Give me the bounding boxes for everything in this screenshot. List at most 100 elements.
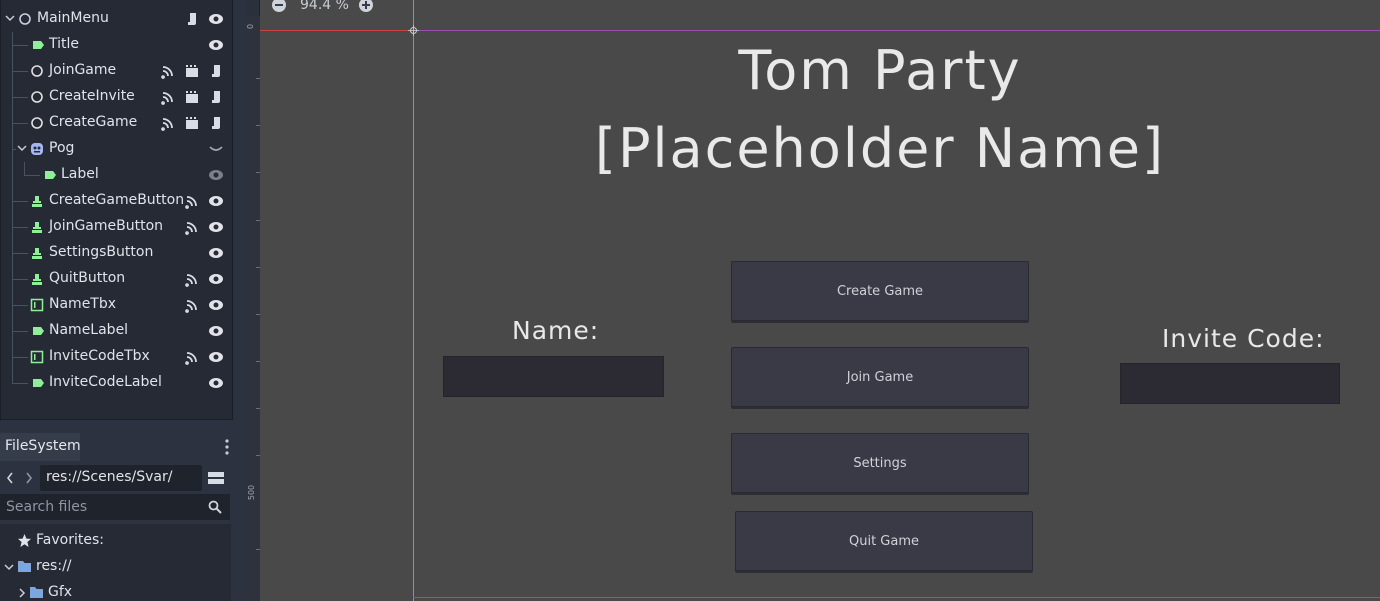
quit-game-button[interactable]: Quit Game <box>735 511 1033 571</box>
visibility-eye-icon[interactable] <box>208 245 224 261</box>
group-icon[interactable] <box>184 63 200 79</box>
tree-item-label: CreateGameButton <box>49 192 185 208</box>
search-icon <box>208 500 222 514</box>
tree-item-favorites[interactable]: Favorites: <box>0 528 231 554</box>
tree-item-invitecodetbx[interactable]: InviteCodeTbx <box>1 344 232 370</box>
chevron-down-icon[interactable] <box>5 13 15 23</box>
tree-item-label: MainMenu <box>37 10 109 26</box>
folder-icon <box>30 587 43 598</box>
tree-item-creategamebutton[interactable]: CreateGameButton <box>1 188 232 214</box>
create-game-button[interactable]: Create Game <box>731 261 1029 321</box>
name-label[interactable]: Name: <box>512 316 599 345</box>
y-axis-guide <box>413 0 414 601</box>
favorites-label: Favorites: <box>36 532 104 548</box>
label-node-icon <box>33 327 44 335</box>
visibility-eye-icon[interactable] <box>208 323 224 339</box>
visibility-eye-icon[interactable] <box>208 271 224 287</box>
node-circle-icon <box>31 117 43 129</box>
chevron-down-icon[interactable] <box>17 143 27 153</box>
tree-item-namelabel[interactable]: NameLabel <box>1 318 232 344</box>
visibility-eye-icon[interactable] <box>208 11 224 27</box>
scene-tree-panel: MainMenu Title JoinGame CreateInvite Cre… <box>0 0 233 420</box>
tree-item-settingsbutton[interactable]: SettingsButton <box>1 240 232 266</box>
script-icon[interactable] <box>208 63 224 79</box>
tree-item-nametbx[interactable]: NameTbx <box>1 292 232 318</box>
zoom-level-button[interactable]: 94.4 % <box>300 0 349 13</box>
invite-code-textbox[interactable] <box>1120 363 1340 404</box>
zoom-in-button[interactable] <box>359 0 373 12</box>
button-node-icon <box>32 274 42 285</box>
tree-item-createinvite[interactable]: CreateInvite <box>1 84 232 110</box>
signal-icon[interactable] <box>184 219 200 235</box>
visibility-eye-icon[interactable] <box>208 167 224 183</box>
chevron-right-icon[interactable] <box>17 588 27 598</box>
settings-button[interactable]: Settings <box>731 433 1029 493</box>
tree-item-res-root[interactable]: res:// <box>0 554 231 580</box>
tree-item-title[interactable]: Title <box>1 32 232 58</box>
game-title-line2: [Placeholder Name] <box>594 117 1166 180</box>
visibility-eye-icon[interactable] <box>208 193 224 209</box>
chevron-down-icon[interactable] <box>4 562 14 572</box>
tree-item-label: JoinGameButton <box>49 218 164 234</box>
filesystem-tree: Favorites: res:// Gfx <box>0 524 231 601</box>
group-icon[interactable] <box>184 115 200 131</box>
visibility-eye-icon[interactable] <box>208 297 224 313</box>
ruler-label-500: 500 <box>247 484 257 501</box>
signal-icon[interactable] <box>184 297 200 313</box>
node-circle-icon <box>19 13 31 25</box>
plus-icon <box>362 1 370 9</box>
x-axis-guide <box>260 30 1380 31</box>
tree-item-creategame[interactable]: CreateGame <box>1 110 232 136</box>
visibility-eye-icon[interactable] <box>208 375 224 391</box>
signal-icon[interactable] <box>160 89 176 105</box>
tree-item-label: NameLabel <box>49 322 129 338</box>
tree-item-gfx[interactable]: Gfx <box>0 580 231 601</box>
script-icon[interactable] <box>208 89 224 105</box>
script-icon[interactable] <box>184 11 200 27</box>
tree-item-label: JoinGame <box>49 62 117 78</box>
back-arrow-icon[interactable] <box>5 471 15 485</box>
signal-icon[interactable] <box>160 115 176 131</box>
name-textbox[interactable] <box>443 356 664 397</box>
tree-item-label: QuitButton <box>49 270 126 286</box>
dock-divider[interactable] <box>233 0 246 601</box>
label-node-icon <box>33 41 44 49</box>
group-icon[interactable] <box>184 89 200 105</box>
tree-item-joingamebutton[interactable]: JoinGameButton <box>1 214 232 240</box>
forward-arrow-icon[interactable] <box>24 471 34 485</box>
join-game-button[interactable]: Join Game <box>731 347 1029 407</box>
visibility-eye-icon[interactable] <box>208 349 224 365</box>
filesystem-path-field[interactable]: res://Scenes/Svar/ <box>40 465 202 491</box>
script-icon[interactable] <box>208 115 224 131</box>
filesystem-search-input[interactable]: Search files <box>0 494 230 520</box>
visibility-eye-icon[interactable] <box>208 37 224 53</box>
res-root-label: res:// <box>36 558 72 574</box>
tab-filesystem[interactable]: FileSystem <box>0 433 81 461</box>
tree-item-label: InviteCodeLabel <box>49 374 162 390</box>
signal-icon[interactable] <box>184 349 200 365</box>
tree-item-label: Label <box>61 166 99 182</box>
invite-code-label[interactable]: Invite Code: <box>1162 324 1325 353</box>
tree-item-joingame[interactable]: JoinGame <box>1 58 232 84</box>
tree-item-quitbutton[interactable]: QuitButton <box>1 266 232 292</box>
game-title[interactable]: Tom Party [Placeholder Name] <box>540 32 1220 188</box>
crosshair-icon <box>408 25 419 36</box>
tree-item-invitecodelabel[interactable]: InviteCodeLabel <box>1 370 232 396</box>
sprite-node-icon <box>31 143 43 155</box>
tree-item-label-child[interactable]: Label <box>1 162 232 188</box>
signal-icon[interactable] <box>184 271 200 287</box>
zoom-out-button[interactable] <box>272 0 286 12</box>
viewport-bounds-guide <box>413 597 1380 598</box>
visibility-hidden-icon[interactable] <box>208 141 224 157</box>
signal-icon[interactable] <box>184 193 200 209</box>
tree-item-mainmenu[interactable]: MainMenu <box>1 6 232 32</box>
x-axis-origin-guide <box>260 30 413 31</box>
list-view-icon[interactable] <box>207 469 225 487</box>
ruler-label-0: 0 <box>246 23 256 30</box>
lineedit-node-icon <box>30 298 44 312</box>
tree-item-label: Pog <box>49 140 75 156</box>
visibility-eye-icon[interactable] <box>208 219 224 235</box>
tree-item-pog[interactable]: Pog <box>1 136 232 162</box>
signal-icon[interactable] <box>160 63 176 79</box>
more-options-icon[interactable] <box>222 438 232 456</box>
